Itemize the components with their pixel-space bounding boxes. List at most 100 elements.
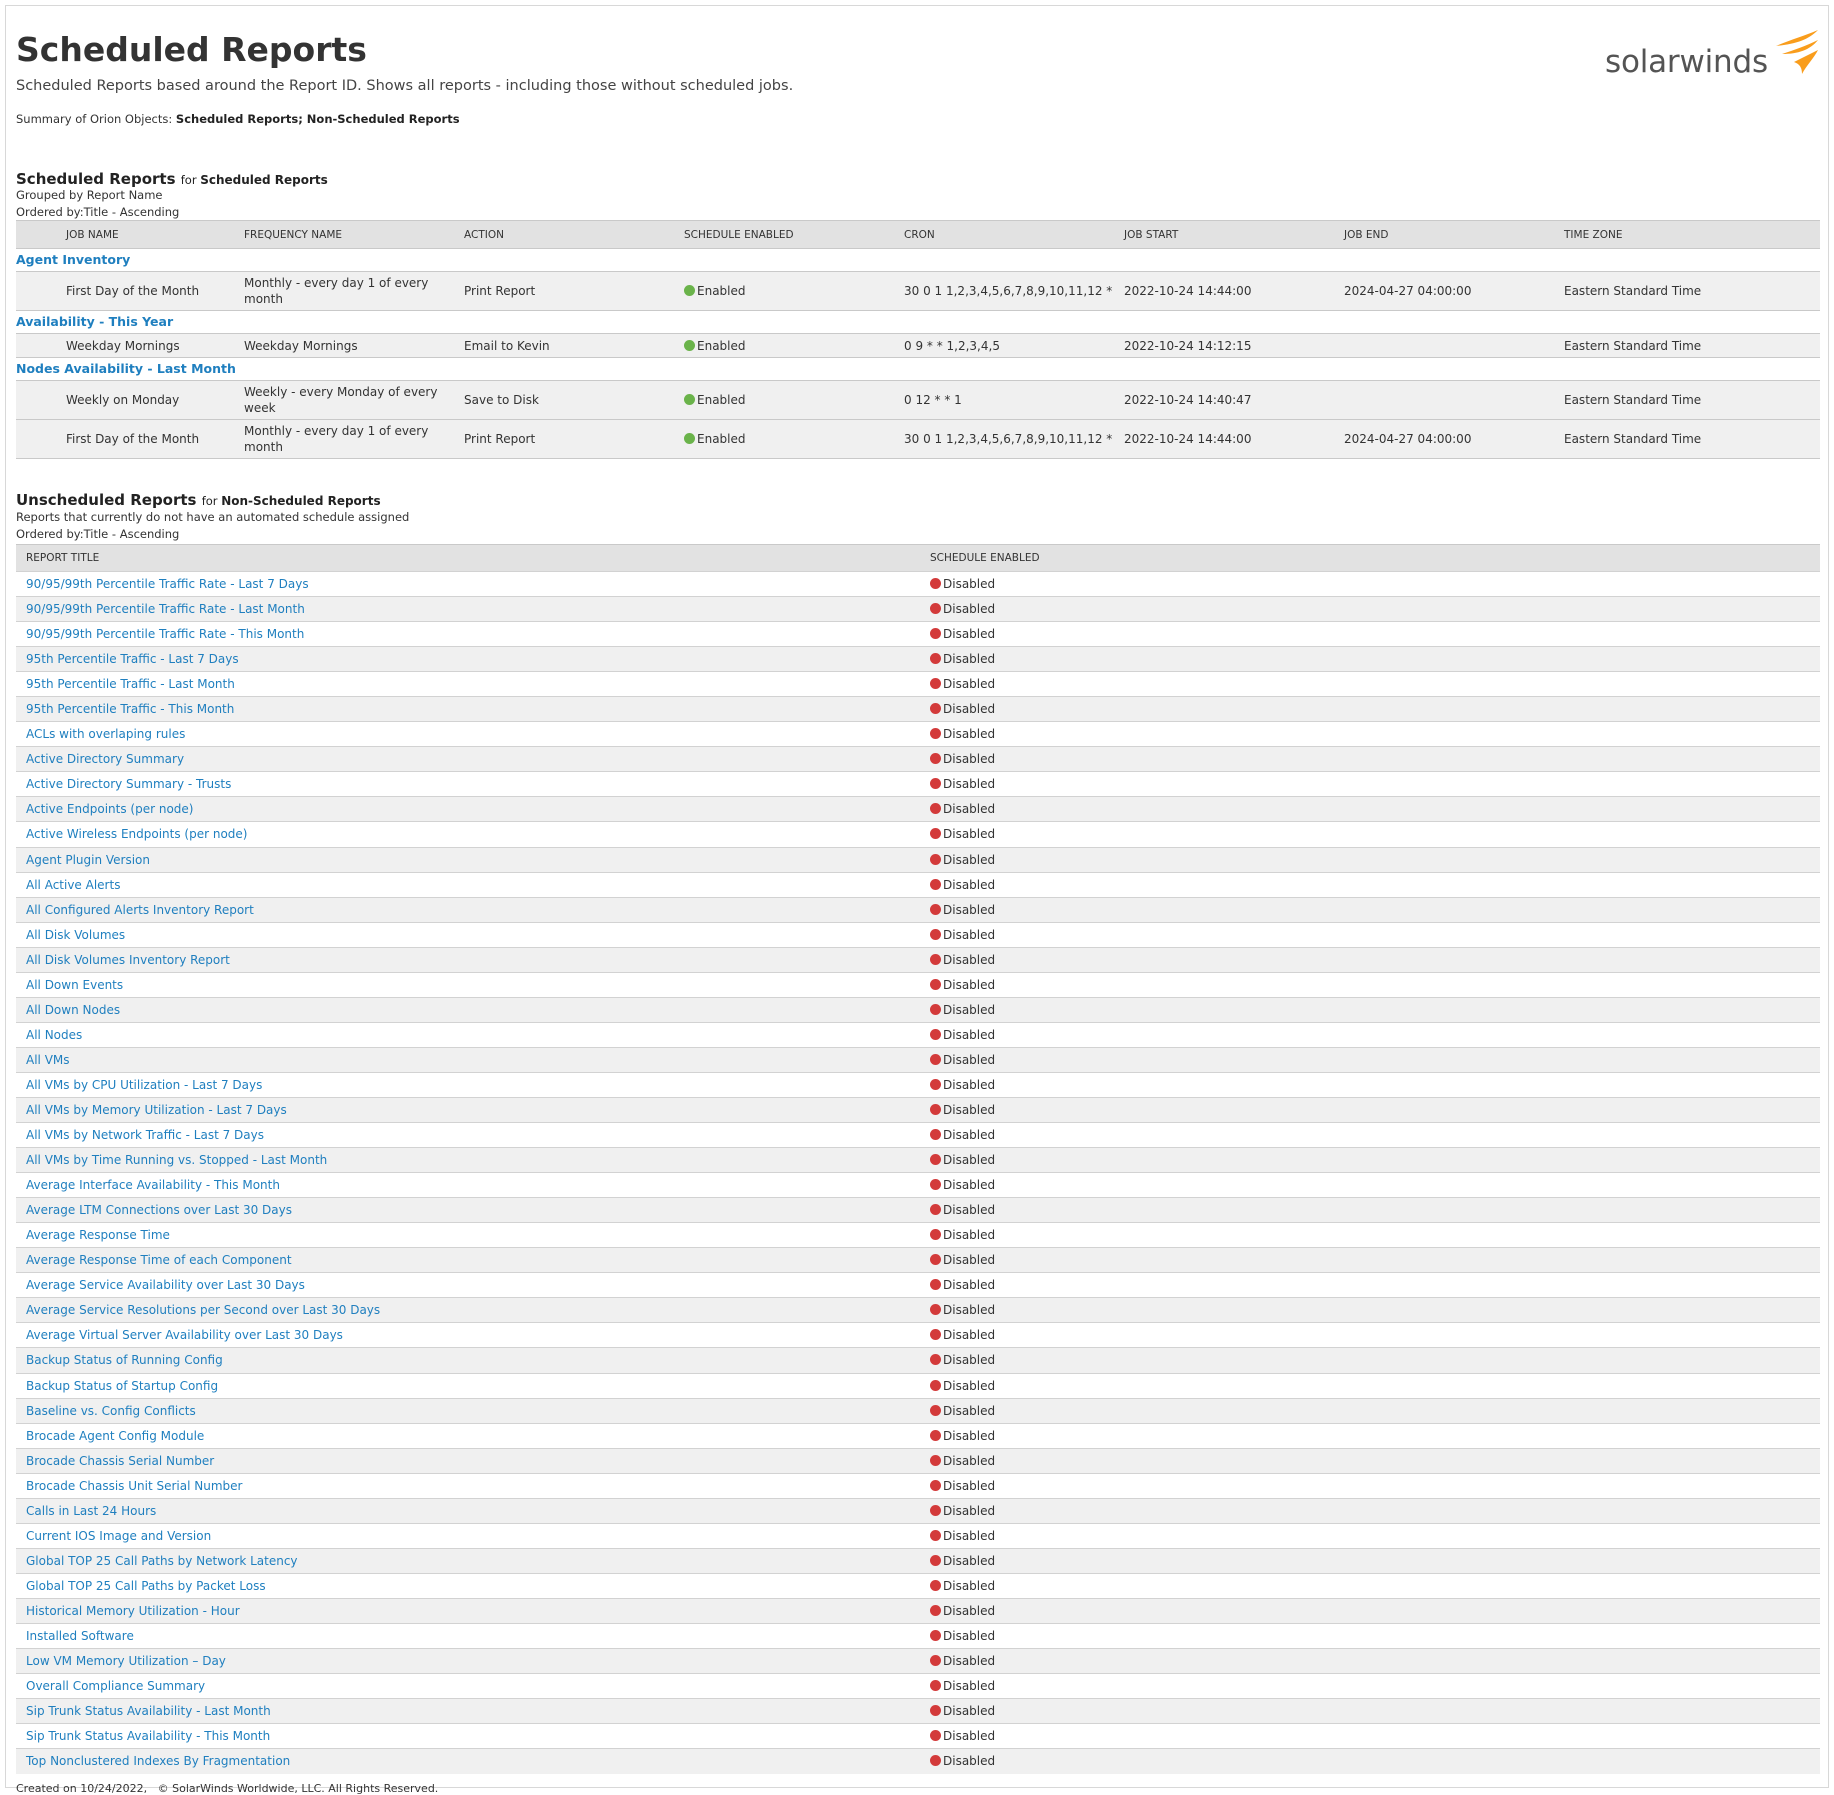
scheduled-for: for Scheduled Reports [181,173,328,187]
group-link[interactable]: Nodes Availability - Last Month [16,361,236,376]
report-link[interactable]: Sip Trunk Status Availability - This Mon… [26,1729,270,1743]
report-link[interactable]: Active Endpoints (per node) [26,802,193,816]
cron: 30 0 1 1,2,3,4,5,6,7,8,9,10,11,12 * [896,419,1116,459]
unscheduled-ordered-by: Ordered by:Title - Ascending [16,527,180,541]
group-link[interactable]: Agent Inventory [16,252,130,267]
time-zone: Eastern Standard Time [1556,419,1820,459]
report-title-cell: ACLs with overlaping rules [16,721,920,747]
col-schedule-enabled[interactable]: SCHEDULE ENABLED [920,544,1820,572]
report-link[interactable]: 90/95/99th Percentile Traffic Rate - Las… [26,577,309,591]
table-row: Overall Compliance Summary Disabled [16,1673,1820,1699]
report-link[interactable]: All Down Events [26,978,123,992]
report-link[interactable]: Average Service Availability over Last 3… [26,1278,305,1292]
footer-created: Created on 10/24/2022, [16,1782,148,1795]
status-dot-icon [930,1154,941,1166]
report-link[interactable]: All VMs by Memory Utilization - Last 7 D… [26,1103,287,1117]
report-link[interactable]: Sip Trunk Status Availability - Last Mon… [26,1704,271,1718]
report-link[interactable]: All Configured Alerts Inventory Report [26,903,254,917]
report-link[interactable]: All Disk Volumes Inventory Report [26,953,230,967]
report-link[interactable]: All VMs by Network Traffic - Last 7 Days [26,1128,264,1142]
table-row: All VMs by Time Running vs. Stopped - La… [16,1147,1820,1173]
report-link[interactable]: Active Wireless Endpoints (per node) [26,827,248,841]
report-title-cell: Average Virtual Server Availability over… [16,1322,920,1348]
job-start: 2022-10-24 14:44:00 [1116,271,1336,311]
report-link[interactable]: Baseline vs. Config Conflicts [26,1404,196,1418]
report-link[interactable]: Average LTM Connections over Last 30 Day… [26,1203,292,1217]
report-link[interactable]: Global TOP 25 Call Paths by Network Late… [26,1554,298,1568]
report-link[interactable]: 90/95/99th Percentile Traffic Rate - Las… [26,602,305,616]
report-link[interactable]: 95th Percentile Traffic - This Month [26,702,234,716]
report-link[interactable]: All Active Alerts [26,878,120,892]
col-action[interactable]: ACTION [456,220,676,249]
schedule-enabled-cell: Disabled [920,1297,1820,1323]
status-text: Disabled [943,1077,996,1092]
report-link[interactable]: Brocade Chassis Serial Number [26,1454,214,1468]
table-row: ACLs with overlaping rules Disabled [16,721,1820,747]
status-dot-icon [930,703,941,715]
report-title-cell: Average Service Availability over Last 3… [16,1272,920,1298]
report-link[interactable]: Average Interface Availability - This Mo… [26,1178,280,1192]
table-row: Installed Software Disabled [16,1622,1820,1649]
report-title-cell: Global TOP 25 Call Paths by Network Late… [16,1547,920,1574]
report-link[interactable]: Calls in Last 24 Hours [26,1504,156,1518]
schedule-enabled-cell: Disabled [920,1447,1820,1474]
col-schedule-enabled[interactable]: SCHEDULE ENABLED [676,220,896,249]
report-link[interactable]: Active Directory Summary - Trusts [26,777,231,791]
report-link[interactable]: 95th Percentile Traffic - Last 7 Days [26,652,239,666]
report-title-cell: 90/95/99th Percentile Traffic Rate - Las… [16,570,920,597]
status-text: Disabled [943,1679,996,1694]
report-link[interactable]: Average Service Resolutions per Second o… [26,1303,380,1317]
status-text: Disabled [943,1378,996,1393]
report-link[interactable]: Brocade Agent Config Module [26,1429,204,1443]
status-dot-icon [930,1529,941,1541]
report-link[interactable]: All Nodes [26,1028,82,1042]
report-link[interactable]: 90/95/99th Percentile Traffic Rate - Thi… [26,627,304,641]
report-link[interactable]: Brocade Chassis Unit Serial Number [26,1479,242,1493]
col-report-title[interactable]: REPORT TITLE [16,544,920,572]
report-link[interactable]: Historical Memory Utilization - Hour [26,1604,240,1618]
status-text: Disabled [943,1153,996,1168]
col-time-zone[interactable]: TIME ZONE [1556,220,1820,249]
report-link[interactable]: Average Virtual Server Availability over… [26,1328,343,1342]
schedule-enabled: Enabled [676,271,896,311]
status-dot-icon [930,928,941,940]
report-link[interactable]: All Down Nodes [26,1003,120,1017]
report-title-cell: Brocade Chassis Serial Number [16,1447,920,1474]
status-dot-icon [930,1429,941,1441]
status-text: Disabled [943,1603,996,1618]
status-text: Disabled [943,1478,996,1493]
report-link[interactable]: Current IOS Image and Version [26,1529,211,1543]
col-job-end[interactable]: JOB END [1336,220,1556,249]
report-link[interactable]: All VMs by CPU Utilization - Last 7 Days [26,1078,262,1092]
schedule-enabled-cell: Disabled [920,621,1820,647]
report-link[interactable]: Active Directory Summary [26,752,184,766]
schedule-enabled-cell: Disabled [920,1096,1820,1123]
report-link[interactable]: 95th Percentile Traffic - Last Month [26,677,235,691]
col-frequency-name[interactable]: FREQUENCY NAME [236,220,456,249]
col-job-start[interactable]: JOB START [1116,220,1336,249]
report-link[interactable]: Top Nonclustered Indexes By Fragmentatio… [26,1754,290,1768]
report-link[interactable]: All VMs [26,1053,70,1067]
report-link[interactable]: Agent Plugin Version [26,853,150,867]
report-link[interactable]: Backup Status of Running Config [26,1353,223,1367]
report-link[interactable]: Average Response Time [26,1228,170,1242]
report-link[interactable]: Backup Status of Startup Config [26,1379,218,1393]
report-link[interactable]: Overall Compliance Summary [26,1679,205,1693]
col-cron[interactable]: CRON [896,220,1116,249]
logo-text: solarwinds [1605,44,1768,80]
group-link[interactable]: Availability - This Year [16,314,173,329]
report-link[interactable]: Low VM Memory Utilization – Day [26,1654,226,1668]
report-link[interactable]: Installed Software [26,1629,134,1643]
report-link[interactable]: All VMs by Time Running vs. Stopped - La… [26,1153,327,1167]
frequency-name: Weekday Mornings [236,333,456,358]
schedule-enabled-cell: Disabled [920,1197,1820,1223]
schedule-enabled-cell: Disabled [920,746,1820,772]
report-link[interactable]: ACLs with overlaping rules [26,727,185,741]
col-job-name[interactable]: JOB NAME [16,220,236,249]
status-text: Disabled [943,1303,996,1318]
report-link[interactable]: Average Response Time of each Component [26,1253,292,1267]
schedule-enabled-cell: Disabled [920,1046,1820,1073]
report-link[interactable]: Global TOP 25 Call Paths by Packet Loss [26,1579,266,1593]
report-page: Scheduled Reports Scheduled Reports base… [5,5,1829,1795]
report-link[interactable]: All Disk Volumes [26,928,125,942]
